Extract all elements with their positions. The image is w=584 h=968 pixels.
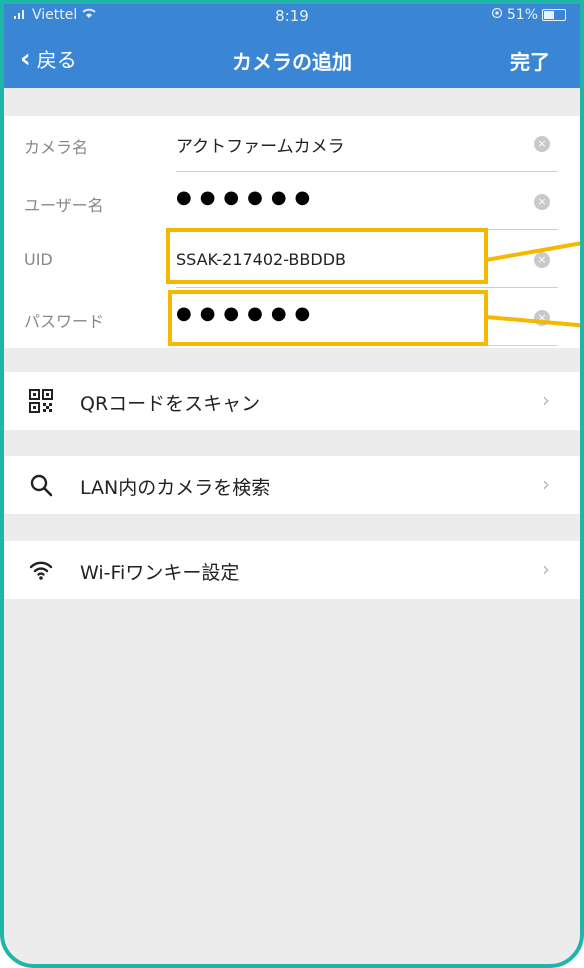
phone-frame: Viettel 8:19 51% ‹ 戻る カメラの追加 完了 カメラ名 アクト… bbox=[0, 0, 584, 968]
password-label: パスワード bbox=[24, 312, 105, 331]
wifi-icon bbox=[28, 557, 54, 583]
clear-icon[interactable]: × bbox=[534, 194, 550, 210]
qr-code-icon bbox=[28, 388, 54, 414]
password-highlight-box bbox=[168, 290, 488, 346]
camera-name-label: カメラ名 bbox=[24, 138, 89, 157]
field-underline bbox=[176, 287, 558, 288]
username-input[interactable]: ●●●●●● bbox=[176, 187, 318, 208]
field-underline bbox=[176, 171, 558, 172]
uid-label: UID bbox=[24, 250, 53, 269]
wifi-setup-row[interactable]: Wi-Fiワンキー設定 › bbox=[4, 541, 580, 599]
orientation-lock-icon bbox=[491, 7, 503, 23]
status-right: 51% bbox=[491, 7, 566, 23]
page-title: カメラの追加 bbox=[232, 50, 352, 74]
chevron-right-icon: › bbox=[542, 557, 550, 581]
done-button[interactable]: 完了 bbox=[510, 46, 550, 75]
clear-icon[interactable]: × bbox=[534, 136, 550, 152]
battery-percent: 51% bbox=[506, 7, 538, 23]
status-bar: Viettel 8:19 51% bbox=[4, 4, 580, 30]
camera-name-row: カメラ名 アクトファームカメラ × bbox=[4, 116, 580, 174]
chevron-right-icon: › bbox=[542, 472, 550, 496]
lan-search-row[interactable]: LAN内のカメラを検索 › bbox=[4, 456, 580, 514]
search-icon bbox=[28, 472, 54, 498]
clear-icon[interactable]: × bbox=[534, 252, 550, 268]
header: Viettel 8:19 51% ‹ 戻る カメラの追加 完了 bbox=[4, 4, 580, 88]
qr-scan-row[interactable]: QRコードをスキャン › bbox=[4, 372, 580, 430]
nav-bar: ‹ 戻る カメラの追加 完了 bbox=[4, 42, 580, 78]
uid-highlight-box bbox=[166, 228, 488, 284]
camera-name-input[interactable]: アクトファームカメラ bbox=[176, 132, 345, 157]
username-label: ユーザー名 bbox=[24, 196, 104, 215]
username-row: ユーザー名 ●●●●●● × bbox=[4, 174, 580, 232]
qr-scan-label: QRコードをスキャン bbox=[80, 393, 261, 415]
wifi-setup-label: Wi-Fiワンキー設定 bbox=[80, 562, 240, 584]
chevron-right-icon: › bbox=[542, 388, 550, 412]
lan-search-label: LAN内のカメラを検索 bbox=[80, 477, 271, 499]
battery-icon bbox=[542, 9, 566, 21]
